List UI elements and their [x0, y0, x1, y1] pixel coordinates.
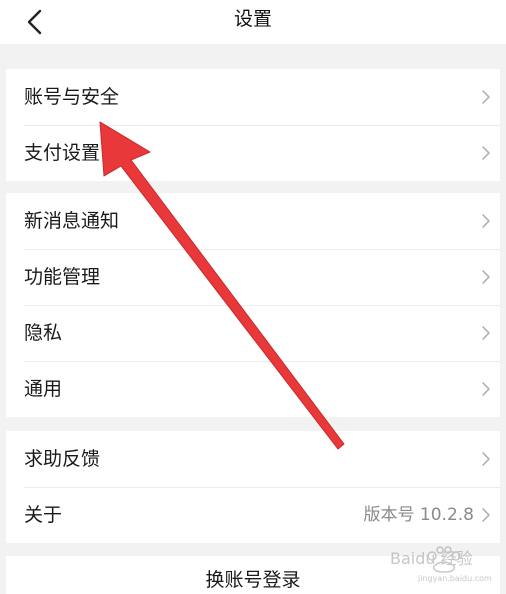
nav-bar: 设置: [0, 0, 506, 44]
settings-item-privacy[interactable]: 隐私: [6, 305, 500, 361]
settings-page: 设置 账号与安全 支付设置 新消息通知 功能管理 隐私 通用 求助反馈 关于 版…: [0, 0, 506, 594]
settings-item-label: 求助反馈: [24, 448, 101, 470]
settings-item-label: 账号与安全: [24, 86, 120, 108]
settings-item-label: 通用: [24, 378, 63, 400]
chevron-right-icon: [482, 452, 490, 466]
settings-item-label: 支付设置: [24, 142, 101, 164]
chevron-right-icon: [482, 508, 490, 522]
chevron-right-icon: [482, 146, 490, 160]
chevron-right-icon: [482, 326, 490, 340]
chevron-right-icon: [482, 270, 490, 284]
settings-item-label: 新消息通知: [24, 210, 120, 232]
settings-item-about[interactable]: 关于 版本号 10.2.8: [6, 487, 500, 543]
settings-item-general[interactable]: 通用: [6, 361, 500, 417]
settings-item-label: 功能管理: [24, 266, 101, 288]
settings-group-help: 求助反馈 关于 版本号 10.2.8: [6, 431, 500, 543]
chevron-right-icon: [482, 90, 490, 104]
baidu-jingyan-watermark-icon: Baidu 经验 jingyan.baidu.com: [390, 546, 492, 583]
chevron-right-icon: [482, 214, 490, 228]
chevron-right-icon: [482, 382, 490, 396]
settings-item-notifications[interactable]: 新消息通知: [6, 193, 500, 249]
settings-item-feedback[interactable]: 求助反馈: [6, 431, 500, 487]
settings-item-label: 隐私: [24, 322, 63, 344]
settings-item-payment[interactable]: 支付设置: [6, 125, 500, 181]
page-title: 设置: [233, 8, 272, 30]
version-value: 版本号 10.2.8: [363, 505, 474, 525]
settings-group-account: 账号与安全 支付设置: [6, 69, 500, 181]
settings-group-general: 新消息通知 功能管理 隐私 通用: [6, 193, 500, 417]
watermark-text: Baidu 经验: [390, 549, 473, 568]
settings-item-account-security[interactable]: 账号与安全: [6, 69, 500, 125]
watermark-url: jingyan.baidu.com: [417, 574, 492, 583]
settings-item-feature-management[interactable]: 功能管理: [6, 249, 500, 305]
settings-item-label: 关于: [24, 504, 63, 526]
